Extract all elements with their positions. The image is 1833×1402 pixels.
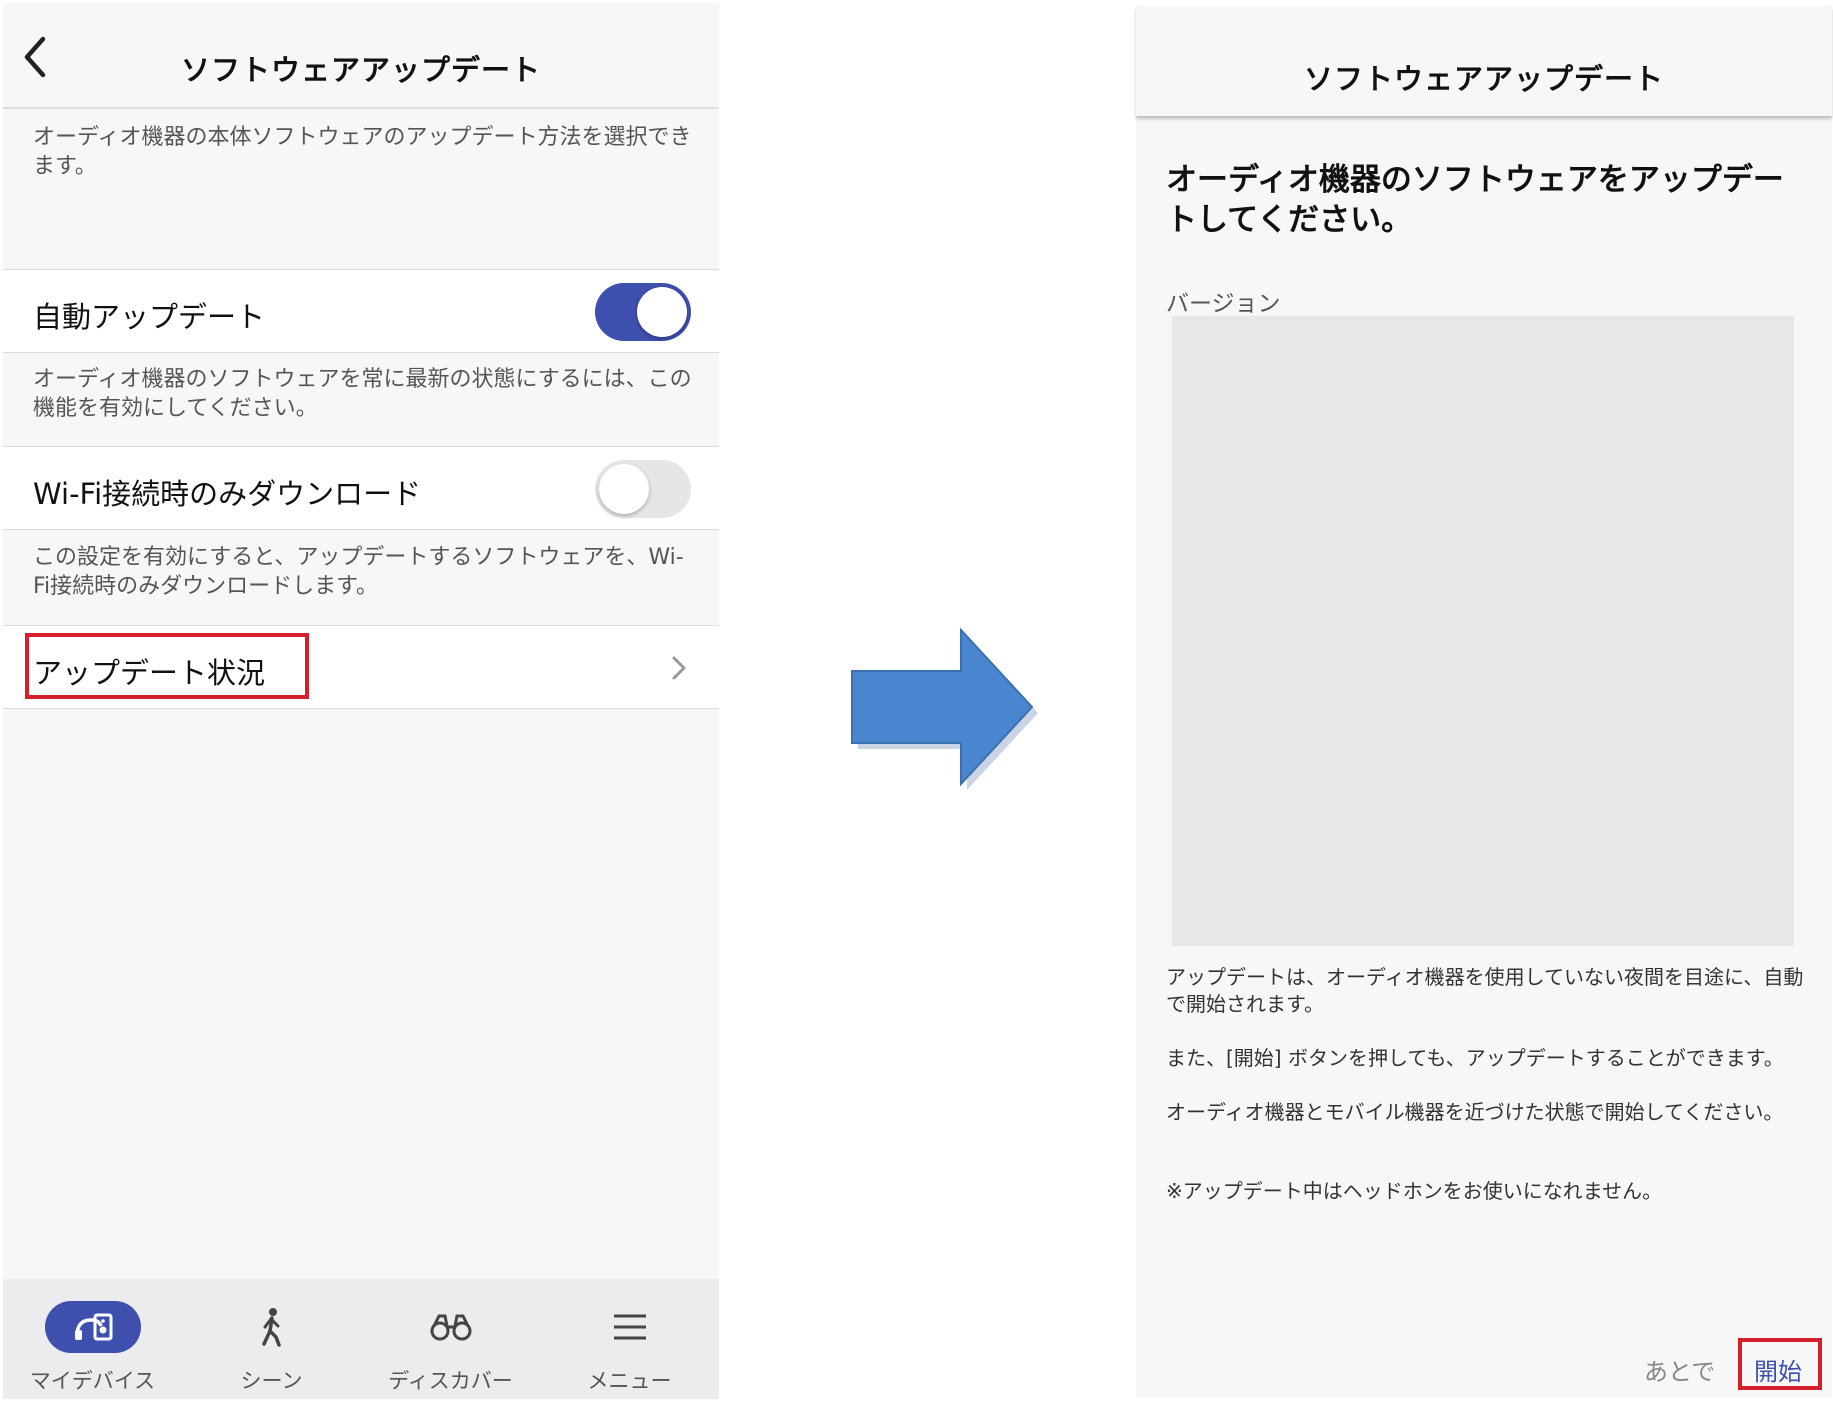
my-device-icon — [44, 1301, 141, 1353]
binoculars-icon — [430, 1314, 471, 1341]
header-bar: ソフトウェアアップデート — [1136, 6, 1832, 116]
tab-my-device[interactable]: マイデバイス — [3, 1279, 182, 1399]
software-update-settings-screen: ソフトウェアアップデート オーディオ機器の本体ソフトウェアのアップデート方法を選… — [3, 3, 719, 1399]
version-label: バージョン — [1166, 291, 1281, 317]
tab-menu[interactable]: メニュー — [540, 1279, 719, 1399]
wifi-only-description: この設定を有効にすると、アップデートするソフトウェアを、Wi-Fi接続時のみダウ… — [33, 545, 684, 599]
auto-update-toggle[interactable] — [595, 283, 691, 341]
wifi-only-toggle[interactable] — [595, 460, 691, 518]
tab-discover[interactable]: ディスカバー — [361, 1279, 540, 1399]
tab-label: ディスカバー — [388, 1369, 513, 1393]
auto-start-note: アップデートは、オーディオ機器を使用していない夜間を目途に、自動で開始されます。 — [1166, 965, 1804, 1016]
walking-person-icon — [261, 1308, 281, 1347]
version-info-panel — [1172, 316, 1794, 946]
manual-start-note: また、[開始] ボタンを押しても、アップデートすることができます。 — [1166, 1046, 1784, 1070]
auto-update-label: 自動アップデート — [33, 300, 266, 334]
right-arrow-icon — [851, 627, 1038, 790]
software-update-dialog-screen: ソフトウェアアップデート オーディオ機器のソフトウェアをアップデートしてください… — [1136, 6, 1832, 1398]
page-title: ソフトウェアアップデート — [1303, 62, 1664, 96]
page-title: ソフトウェアアップデート — [180, 53, 541, 87]
later-button[interactable]: あとで — [1644, 1352, 1715, 1387]
update-heading: オーディオ機器のソフトウェアをアップデートしてください。 — [1166, 162, 1784, 238]
highlight-box — [1738, 1338, 1822, 1390]
tab-label: メニュー — [587, 1369, 672, 1393]
highlight-box — [25, 633, 309, 699]
header-bar: ソフトウェアアップデート — [3, 3, 719, 109]
chevron-right-icon — [672, 656, 686, 680]
proximity-note: オーディオ機器とモバイル機器を近づけた状態で開始してください。 — [1166, 1100, 1784, 1124]
bottom-tab-bar: マイデバイス シーン ディスカバー メニュー — [3, 1279, 719, 1399]
wifi-only-label: Wi-Fi接続時のみダウンロード — [33, 477, 422, 511]
tab-scene[interactable]: シーン — [182, 1279, 361, 1399]
tab-label: シーン — [240, 1369, 303, 1393]
toggle-knob — [637, 287, 687, 337]
usage-warning-note: ※アップデート中はヘッドホンをお使いになれません。 — [1166, 1179, 1663, 1203]
tab-label: マイデバイス — [29, 1369, 156, 1393]
auto-update-row[interactable]: 自動アップデート — [3, 269, 719, 353]
auto-update-description: オーディオ機器のソフトウェアを常に最新の状態にするには、この機能を有効にしてくだ… — [33, 367, 692, 421]
toggle-knob — [599, 464, 649, 514]
intro-text: オーディオ機器の本体ソフトウェアのアップデート方法を選択できます。 — [33, 125, 692, 179]
hamburger-menu-icon — [613, 1314, 646, 1340]
wifi-only-row[interactable]: Wi-Fi接続時のみダウンロード — [3, 446, 719, 530]
